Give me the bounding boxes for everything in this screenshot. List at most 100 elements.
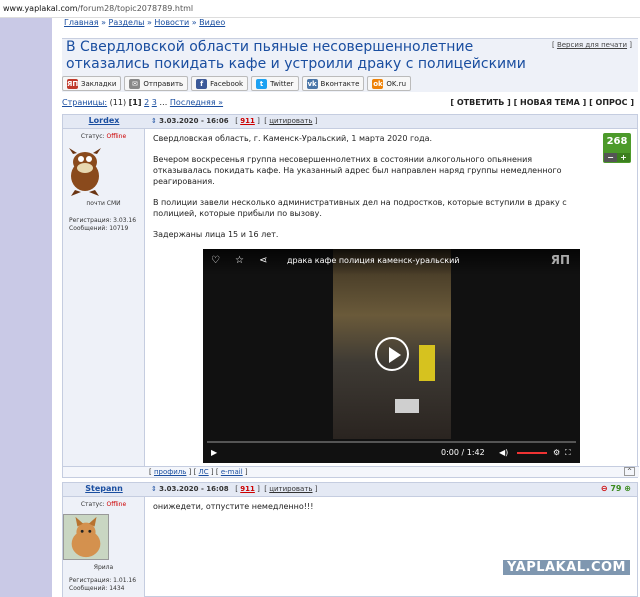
post: Lordex ⇕ 3.03.2020 - 16:06 [ 911 ] [ цит…	[62, 114, 639, 478]
video-title[interactable]: драка кафе полиция каменск-уральский	[287, 256, 459, 265]
crumb-news[interactable]: Новости	[154, 18, 189, 27]
left-sidebar	[0, 18, 52, 597]
share-label: OK.ru	[386, 79, 407, 88]
author-panel: Статус: Offline почти СМИ Регистрация: 3…	[63, 129, 145, 467]
video-time: 0:00 / 1:42	[441, 448, 485, 457]
post-number[interactable]: 911	[240, 117, 255, 125]
msg-count: Сообщений: 1434	[69, 585, 125, 592]
post-date: 3.03.2020 - 16:06	[159, 117, 229, 125]
author-info: Регистрация: 3.03.16 Сообщений: 10719	[69, 217, 144, 233]
author-name-link[interactable]: Lordex	[63, 116, 145, 125]
share-ok-button[interactable]: ok OK.ru	[367, 76, 412, 91]
rating-up-button[interactable]: ⊕	[624, 484, 631, 493]
pages-count: (11)	[109, 98, 127, 107]
heart-icon[interactable]: ♡	[211, 255, 220, 266]
play-button[interactable]	[375, 337, 409, 371]
post-footer: [ профиль ] [ ЛС ] [ e-mail ] ^	[63, 466, 639, 477]
post-body: Статус: Offline почти СМИ Регистрация: 3…	[63, 129, 637, 467]
avatar[interactable]	[63, 146, 107, 196]
post: Stepann ⇕ 3.03.2020 - 16:08 [ 911 ] [ ци…	[62, 482, 638, 597]
rating-up-button[interactable]: +	[617, 153, 630, 162]
yap-icon: ЯП	[67, 78, 79, 89]
pm-link[interactable]: ЛС	[199, 468, 209, 476]
twitter-icon: t	[256, 78, 268, 89]
video-top-bar: ♡ ☆ ⋖ драка кафе полиция каменск-уральск…	[203, 249, 580, 275]
volume-icon[interactable]: ◀)	[499, 448, 508, 457]
quote-link[interactable]: цитировать	[269, 117, 312, 125]
post-header: Stepann ⇕ 3.03.2020 - 16:08 [ 911 ] [ ци…	[63, 483, 637, 497]
author-rank: почти СМИ	[86, 200, 121, 207]
author-info: Регистрация: 1.01.16 Сообщений: 1434	[69, 577, 144, 593]
post-link-icon[interactable]: ⇕	[151, 117, 157, 125]
reg-date: Регистрация: 3.03.16	[69, 217, 137, 224]
profile-link[interactable]: профиль	[154, 468, 186, 476]
rating-box: 268 − +	[603, 133, 631, 163]
post-paragraph: Задержаны лица 15 и 16 лет.	[153, 230, 279, 239]
share-label: Вконтакте	[320, 79, 360, 88]
status-label: Статус:	[80, 501, 105, 508]
post-paragraph: Свердловская область, г. Каменск-Уральск…	[153, 134, 433, 143]
pages-label[interactable]: Страницы:	[62, 98, 107, 107]
share-facebook-button[interactable]: f Facebook	[191, 76, 249, 91]
share-bar: ЯП Закладки ✉ Отправить f Facebook t Twitter…	[62, 76, 412, 92]
topic-title: В Свердловской области пьяные несовершен…	[66, 39, 526, 72]
post-paragraph: онижедети, отпустите немедленно!!!	[153, 502, 314, 511]
post-content: Свердловская область, г. Каменск-Уральск…	[153, 133, 593, 250]
site-watermark: YAPLAKAL.COM	[503, 560, 630, 575]
address-bar[interactable]: www.yaplakal.com/forum28/topic2078789.ht…	[0, 0, 640, 18]
author-name-link[interactable]: Stepann	[63, 484, 145, 493]
share-label: Twitter	[270, 79, 294, 88]
share-send-button[interactable]: ✉ Отправить	[124, 76, 189, 91]
print-version-link[interactable]: [ Версия для печати ]	[552, 41, 632, 49]
url-host: www.yaplakal.com	[3, 4, 78, 13]
author-links: [ профиль ] [ ЛС ] [ e-mail ]	[149, 468, 248, 476]
rating-value: 79	[610, 484, 622, 493]
video-player[interactable]: ♡ ☆ ⋖ драка кафе полиция каменск-уральск…	[203, 249, 580, 463]
share-icon[interactable]: ⋖	[259, 255, 267, 266]
crumb-sections[interactable]: Разделы	[109, 18, 145, 27]
share-bookmarks-button[interactable]: ЯП Закладки	[62, 76, 122, 91]
page-3-link[interactable]: 3	[152, 98, 157, 107]
author-rank: Ярила	[93, 564, 114, 571]
status-label: Статус:	[80, 133, 105, 140]
settings-icon[interactable]: ⚙	[553, 448, 560, 457]
post-link-icon[interactable]: ⇕	[151, 485, 157, 493]
page-2-link[interactable]: 2	[144, 98, 149, 107]
quote-link[interactable]: цитировать	[269, 485, 312, 493]
star-icon[interactable]: ☆	[235, 255, 244, 266]
fullscreen-icon[interactable]: ⛶	[565, 448, 571, 458]
post-header: Lordex ⇕ 3.03.2020 - 16:06 [ 911 ] [ цит…	[63, 115, 637, 129]
volume-slider[interactable]	[517, 452, 547, 454]
post-body: Статус: Offline Ярила Регистрация: 1.01.…	[63, 497, 637, 597]
crumb-home[interactable]: Главная	[64, 18, 99, 27]
crumb-video[interactable]: Видео	[199, 18, 225, 27]
status-value: Offline	[106, 501, 127, 508]
ok-icon: ok	[372, 78, 384, 89]
vk-icon: vk	[306, 78, 318, 89]
author-status: Статус: Offline	[63, 133, 144, 140]
facebook-icon: f	[196, 78, 208, 89]
play-icon[interactable]: ▶	[211, 448, 217, 457]
reg-date: Регистрация: 1.01.16	[69, 577, 137, 584]
rating-down-button[interactable]: ⊖	[601, 484, 608, 493]
author-panel: Статус: Offline Ярила Регистрация: 1.01.…	[63, 497, 145, 597]
topic-actions[interactable]: [ ОТВЕТИТЬ ] [ НОВАЯ ТЕМА ] [ ОПРОС ]	[450, 98, 634, 107]
scroll-up-button[interactable]: ^	[623, 467, 635, 476]
post-paragraph: В полиции завели несколько административ…	[153, 198, 567, 218]
avatar[interactable]	[63, 514, 109, 560]
share-twitter-button[interactable]: t Twitter	[251, 76, 299, 91]
post-paragraph: Вечером воскресенья группа несовершеннол…	[153, 155, 562, 186]
post-content: онижедети, отпустите немедленно!!!	[153, 501, 593, 522]
last-page-link[interactable]: Последняя »	[170, 98, 223, 107]
email-link[interactable]: e-mail	[221, 468, 243, 476]
video-progress-bar[interactable]	[207, 441, 576, 443]
rating-value: 268	[606, 136, 628, 147]
post-meta: ⇕ 3.03.2020 - 16:08 [ 911 ] [ цитировать…	[151, 485, 318, 493]
print-version-label[interactable]: Версия для печати	[557, 41, 627, 49]
post-number[interactable]: 911	[240, 485, 255, 493]
url-path: /forum28/topic2078789.html	[77, 4, 194, 13]
share-vk-button[interactable]: vk Вконтакте	[301, 76, 365, 91]
share-label: Отправить	[143, 79, 184, 88]
page-current: [1]	[128, 98, 142, 107]
rating-down-button[interactable]: −	[604, 153, 617, 162]
